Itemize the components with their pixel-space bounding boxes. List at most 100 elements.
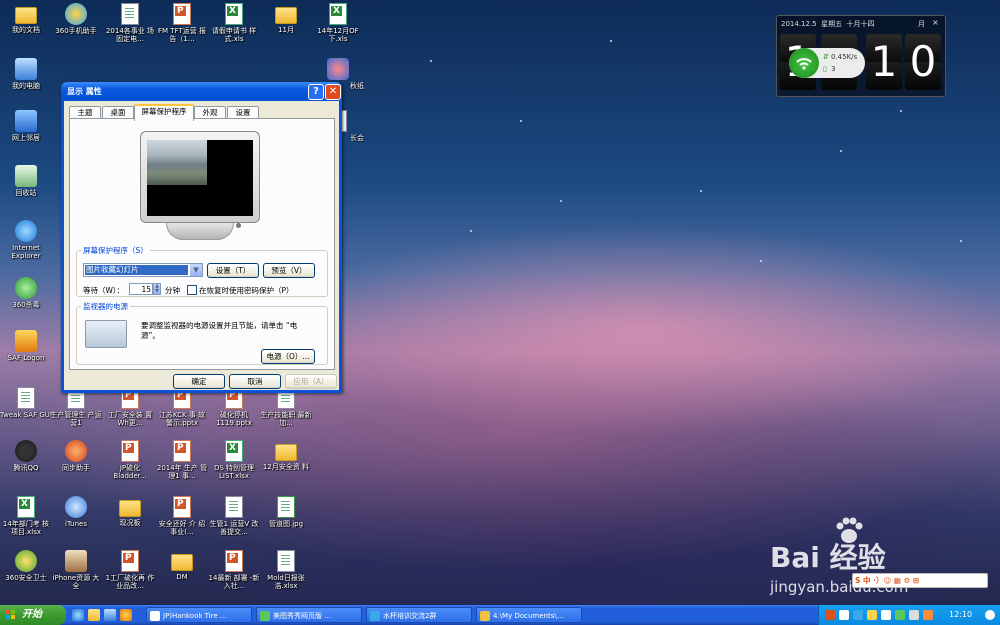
desktop-icon-itunes[interactable]: iTunes xyxy=(50,496,102,528)
star xyxy=(520,120,522,122)
document-icon xyxy=(150,611,160,621)
quicklaunch-desktop-icon[interactable] xyxy=(104,609,116,621)
slideshow-preview-image xyxy=(147,140,207,185)
settings-button[interactable]: 设置（T） xyxy=(207,263,259,278)
desktop-icon-2014-deployment[interactable]: 14最新 部署 -新入社... xyxy=(208,550,260,590)
network-speed-bubble[interactable]: ⇵ 0.45K/s ▯ 3 xyxy=(789,48,865,78)
desktop-icon-ie[interactable]: Internet Explorer xyxy=(0,220,52,260)
tab-screensaver[interactable]: 屏幕保护程序 xyxy=(134,104,194,121)
desktop-icon-department-review[interactable]: 14年部门考 核项目.xlsx xyxy=(0,496,52,536)
desktop-icon-saf-logon[interactable]: SAF Logon xyxy=(0,330,52,362)
desktop-icon-network[interactable]: 网上邻居 xyxy=(0,110,52,142)
desktop-icon-pipe-diagram[interactable]: 管道图.jpg xyxy=(260,496,312,528)
desktop-icon-operations-improvement[interactable]: 生管1 运营V 改善提交... xyxy=(208,496,260,536)
monitor-preview xyxy=(140,131,264,241)
power-group: 监视器的电源 要调整监视器的电源设置并且节能，请单击 “电 源”。 电源（O）.… xyxy=(76,301,328,365)
chat-icon xyxy=(370,611,380,621)
screensaver-panel: 屏幕保护程序（S） 图片收藏幻灯片 ▼ 设置（T） 预览（V） 等待（W）： 1… xyxy=(69,118,335,370)
desktop-icon-recycle-bin[interactable]: 回收站 xyxy=(0,165,52,197)
network-speed: 0.45K/s xyxy=(831,53,858,61)
desktop-icon-iphone-resources[interactable]: iPhone资源 大全 xyxy=(50,550,102,590)
desktop-icon-production-mgmt[interactable]: 生产管理生 产运营1 xyxy=(50,387,102,427)
screensaver-dropdown[interactable]: 图片收藏幻灯片 ▼ xyxy=(83,263,203,277)
penguin-tray-icon[interactable] xyxy=(853,610,863,620)
update-tray-icon[interactable] xyxy=(923,610,933,620)
wait-minutes-input[interactable]: 15 xyxy=(129,283,153,295)
sync-icon xyxy=(65,440,87,462)
start-button[interactable]: 开始 xyxy=(0,605,66,625)
input-method-icon[interactable] xyxy=(825,610,835,620)
desktop-icon-qq[interactable]: 腾讯QQ xyxy=(0,440,52,472)
accessibility-icon[interactable] xyxy=(985,610,995,620)
ime-toolbar[interactable]: S 中 ·）☺ ▦ ⚙ ⊞ xyxy=(852,573,988,588)
desktop-icon-factory-safety[interactable]: 工厂安全装 置Wh更... xyxy=(104,387,156,427)
tray-clock[interactable]: 12:10 xyxy=(949,610,972,619)
desktop-icon-dm[interactable]: DM xyxy=(156,550,208,581)
minute-ones-digit: 0 xyxy=(905,34,941,90)
wait-unit: 分钟 xyxy=(165,286,180,295)
quicklaunch-ie-icon[interactable] xyxy=(72,609,84,621)
desktop-icon-tweak-saf[interactable]: Tweak SAF GUI xyxy=(0,387,52,419)
desktop-icon-360-safe[interactable]: 360安全卫士 xyxy=(0,550,52,582)
penguin-icon xyxy=(15,440,37,462)
monitor-power-led xyxy=(236,223,241,228)
desktop-icon-my-documents[interactable]: 我的文档 xyxy=(0,3,52,34)
power-description-cont: 源”。 xyxy=(141,331,160,340)
desktop-icon-fm-tft[interactable]: FM TFT运营 报告（1... xyxy=(156,3,208,43)
desktop-icon-safety-intro[interactable]: 安全还好 介 绍 事业(... xyxy=(156,496,208,536)
volume-icon[interactable] xyxy=(909,610,919,620)
desktop-icon-sync-assistant[interactable]: 同步助手 xyxy=(50,440,102,472)
apply-button[interactable]: 应用（A） xyxy=(285,374,337,389)
iphone-resources-icon xyxy=(65,550,87,572)
power-button[interactable]: 电源（O）... xyxy=(261,349,315,364)
task-meitu[interactable]: 美图秀秀网页版 ... xyxy=(256,607,362,623)
desktop-icon-jp-bladder[interactable]: JP硫化 Bladder... xyxy=(104,440,156,480)
desktop-icon-2014-production[interactable]: 2014年 生产 管理1 事... xyxy=(156,440,208,480)
preview-button[interactable]: 预览（V） xyxy=(263,263,315,278)
desktop-icon-dec-of[interactable]: 14年12月OF 下.xls xyxy=(312,3,364,43)
desktop-icon-leave-form[interactable]: 请假申请书 样式.xls xyxy=(208,3,260,43)
quicklaunch-folder-icon[interactable] xyxy=(88,609,100,621)
task-hankook[interactable]: JP)Hankook Tire ... xyxy=(146,607,252,623)
powerpoint-file-icon xyxy=(173,440,191,462)
desktop-icon-vulcanization-stop[interactable]: 硫化停机 1119.pptx xyxy=(208,387,260,427)
password-checkbox[interactable] xyxy=(187,285,197,295)
document-icon xyxy=(17,387,35,409)
wifi-tray-icon[interactable] xyxy=(839,610,849,620)
desktop-icon-360-antivirus[interactable]: 360杀毒 xyxy=(0,277,52,309)
desktop-icon-360-phone[interactable]: 360手机助手 xyxy=(50,3,102,35)
desktop-icon-november[interactable]: 11月 xyxy=(260,3,312,34)
shield-tray-icon[interactable] xyxy=(895,610,905,620)
desktop-icon-2014-fixed-phone[interactable]: 2014各事业 场固定电... xyxy=(104,3,156,43)
task-chat-group[interactable]: 水杯培训交流2群 xyxy=(366,607,472,623)
desktop-icon-mold-daily[interactable]: Mold日报张 浩.xlsx xyxy=(260,550,312,590)
desktop-icon-december-safety[interactable]: 12月安全资 料 xyxy=(260,440,312,471)
folder-icon xyxy=(275,7,297,24)
display-tray-icon[interactable] xyxy=(881,610,891,620)
password-label: 在恢复时使用密码保护（P） xyxy=(199,286,294,295)
desktop-icon-status-board[interactable]: 现况板 xyxy=(104,496,156,527)
desktop-icon-vulcanization[interactable]: 1工厂硫化再 作业品改... xyxy=(104,550,156,590)
help-button[interactable]: ? xyxy=(308,84,324,100)
security-tray-icon[interactable] xyxy=(867,610,877,620)
360-safe-icon xyxy=(15,550,37,572)
ok-button[interactable]: 确定 xyxy=(173,374,225,389)
dialog-titlebar[interactable]: 显示 属性 ? ✕ xyxy=(61,82,342,100)
star xyxy=(610,40,612,42)
desktop-icon-jiangsu-kck[interactable]: 江苏KCK 事 故警示.pptx xyxy=(156,387,208,427)
desktop-icon-skills[interactable]: 生产技能职 最新加... xyxy=(260,387,312,427)
task-my-documents[interactable]: 4.\My Documents\... xyxy=(476,607,582,623)
ime-status: S 中 ·）☺ ▦ ⚙ ⊞ xyxy=(855,576,920,585)
chevron-down-icon[interactable]: ▼ xyxy=(190,264,202,276)
spin-arrows-icon[interactable]: ▲ ▼ xyxy=(153,283,161,295)
desktop-icon-ds-list[interactable]: DS 特别管理 LIST.xlsx xyxy=(208,440,260,480)
quicklaunch-app-icon[interactable] xyxy=(120,609,132,621)
widget-close-icon[interactable]: × xyxy=(932,18,939,27)
image-file-icon xyxy=(277,496,295,518)
dialog-title: 显示 属性 xyxy=(67,87,102,96)
desktop-icon-my-computer[interactable]: 我的电脑 xyxy=(0,58,52,90)
close-button[interactable]: ✕ xyxy=(325,84,341,100)
cancel-button[interactable]: 取消 xyxy=(229,374,281,389)
star xyxy=(560,200,562,202)
clock-widget[interactable]: 2014.12.5 星期五 十月十四 月 × 1 1 0 ⇵ 0.45K/s ▯… xyxy=(776,15,946,97)
